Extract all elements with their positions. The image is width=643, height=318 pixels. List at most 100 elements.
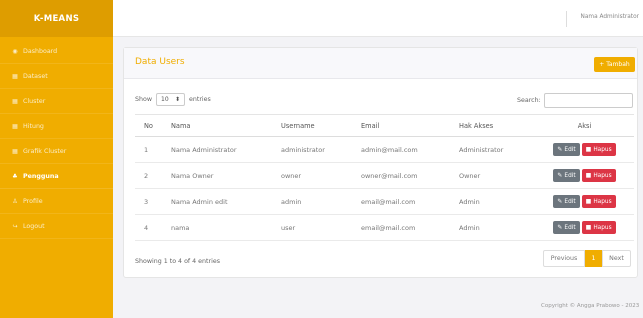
column-header-hak-akses[interactable]: Hak Akses [450, 114, 535, 137]
cell-aksi: ✎ Edit ■ Hapus [535, 188, 634, 215]
page-title: Data Users [135, 57, 185, 67]
edit-icon: ✎ [557, 146, 563, 153]
entries-label: entries [189, 96, 211, 103]
delete-button[interactable]: ■ Hapus [581, 169, 616, 182]
cell-email: owner@mail.com [352, 162, 450, 189]
search-input[interactable] [543, 93, 633, 108]
table-body: 1 Nama Administrator administrator admin@ma… [135, 136, 634, 241]
table-info: Showing 1 to 4 of 4 entries [135, 258, 220, 265]
cell-nama: Nama Admin edit [162, 188, 272, 215]
delete-button[interactable]: ■ Hapus [581, 221, 616, 234]
trash-icon: ■ [585, 146, 592, 153]
pagination-next[interactable]: Next [602, 250, 631, 267]
topbar-divider [566, 11, 567, 27]
column-header-no[interactable]: No [135, 114, 162, 137]
pagination-previous[interactable]: Previous [543, 250, 585, 267]
user-menu[interactable]: Nama Administrator [581, 14, 639, 20]
sidebar-item-profile[interactable]: ♙ Profile [0, 189, 113, 214]
cell-username: admin [272, 188, 352, 215]
select-arrows-icon: ⬍ [174, 96, 180, 103]
cell-hak-akses: Admin [450, 188, 535, 215]
sidebar-item-pengguna[interactable]: ♣ Pengguna [0, 164, 113, 189]
trash-icon: ■ [585, 224, 592, 231]
entries-control: Show 10 ⬍ entries [135, 93, 211, 106]
delete-label: Hapus [593, 198, 612, 205]
card-header: Data Users + Tambah [124, 48, 637, 79]
column-header-aksi: Aksi [535, 114, 634, 137]
sidebar-item-label: Dashboard [23, 47, 58, 55]
table-header-row: No Nama Username Email Hak Akses Aksi [135, 114, 634, 137]
sidebar-item-dataset[interactable]: ▦ Dataset [0, 64, 113, 89]
cell-aksi: ✎ Edit ■ Hapus [535, 162, 634, 189]
sidebar-item-cluster[interactable]: ▦ Cluster [0, 89, 113, 114]
delete-button[interactable]: ■ Hapus [581, 143, 616, 156]
show-label: Show [135, 96, 152, 103]
table-icon: ▦ [12, 97, 18, 105]
delete-label: Hapus [593, 146, 612, 153]
sidebar-item-label: Grafik Cluster [23, 147, 67, 155]
edit-icon: ✎ [557, 172, 563, 179]
entries-select[interactable]: 10 ⬍ [156, 93, 185, 106]
delete-label: Hapus [593, 224, 612, 231]
sidebar-item-label: Cluster [23, 97, 46, 105]
cell-nama: Nama Owner [162, 162, 272, 189]
edit-button[interactable]: ✎ Edit [553, 221, 580, 234]
table-row: 2 Nama Owner owner owner@mail.com Owner ✎ Edit… [135, 162, 634, 189]
cell-no: 1 [135, 136, 162, 163]
cell-no: 3 [135, 188, 162, 215]
sidebar-item-hitung[interactable]: ▦ Hitung [0, 114, 113, 139]
sidebar-item-grafik-cluster[interactable]: ▦ Grafik Cluster [0, 139, 113, 164]
table-icon: ▦ [12, 72, 18, 80]
cell-username: user [272, 214, 352, 241]
column-header-username[interactable]: Username [272, 114, 352, 137]
table-row: 1 Nama Administrator administrator admin@ma… [135, 136, 634, 163]
sidebar-menu: ◉ Dashboard ▦ Dataset ▦ Cluster ▦ Hitung ▦ Grafik… [0, 39, 113, 239]
cell-email: email@mail.com [352, 214, 450, 241]
edit-icon: ✎ [557, 224, 563, 231]
brand-title[interactable]: K-MEANS [0, 0, 113, 37]
edit-label: Edit [564, 224, 576, 231]
entries-value: 10 [161, 96, 169, 103]
edit-label: Edit [564, 146, 576, 153]
column-header-email[interactable]: Email [352, 114, 450, 137]
cell-email: admin@mail.com [352, 136, 450, 163]
sidebar-item-label: Pengguna [23, 172, 59, 180]
edit-button[interactable]: ✎ Edit [553, 143, 580, 156]
cell-username: owner [272, 162, 352, 189]
sidebar: K-MEANS ◉ Dashboard ▦ Dataset ▦ Cluster ▦ Hitun… [0, 0, 113, 318]
trash-icon: ■ [585, 172, 592, 179]
pagination-page[interactable]: 1 [585, 250, 602, 267]
edit-icon: ✎ [557, 198, 563, 205]
delete-label: Hapus [593, 172, 612, 179]
add-user-button[interactable]: + Tambah [594, 57, 635, 72]
sidebar-item-logout[interactable]: ↪ Logout [0, 214, 113, 239]
search-control: Search: [517, 93, 633, 108]
user-icon: ♙ [12, 197, 18, 205]
cell-no: 2 [135, 162, 162, 189]
sidebar-item-label: Hitung [23, 122, 44, 130]
pagination: Previous 1 Next [543, 250, 631, 267]
users-table: No Nama Username Email Hak Akses Aksi 1N… [135, 114, 634, 241]
topbar: Nama Administrator [113, 0, 643, 37]
cell-hak-akses: Owner [450, 162, 535, 189]
cell-nama: nama [162, 214, 272, 241]
cell-hak-akses: Admin [450, 214, 535, 241]
cell-username: administrator [272, 136, 352, 163]
sidebar-item-dashboard[interactable]: ◉ Dashboard [0, 39, 113, 64]
table-row: 4 nama user email@mail.com Admin ✎ Edit ■ Hapus [135, 214, 634, 241]
dashboard-icon: ◉ [12, 47, 18, 55]
delete-button[interactable]: ■ Hapus [581, 195, 616, 208]
edit-label: Edit [564, 172, 576, 179]
edit-button[interactable]: ✎ Edit [553, 195, 580, 208]
edit-label: Edit [564, 198, 576, 205]
cell-no: 4 [135, 214, 162, 241]
edit-button[interactable]: ✎ Edit [553, 169, 580, 182]
table-row: 3 Nama Admin edit admin email@mail.com Admin… [135, 188, 634, 215]
column-header-nama[interactable]: Nama [162, 114, 272, 137]
sidebar-item-label: Dataset [23, 72, 48, 80]
sidebar-item-label: Logout [23, 222, 45, 230]
search-label: Search: [517, 97, 541, 104]
logout-icon: ↪ [12, 222, 18, 230]
footer-copyright: Copyright © Angga Prabowo - 2023 [541, 303, 640, 309]
cell-email: email@mail.com [352, 188, 450, 215]
